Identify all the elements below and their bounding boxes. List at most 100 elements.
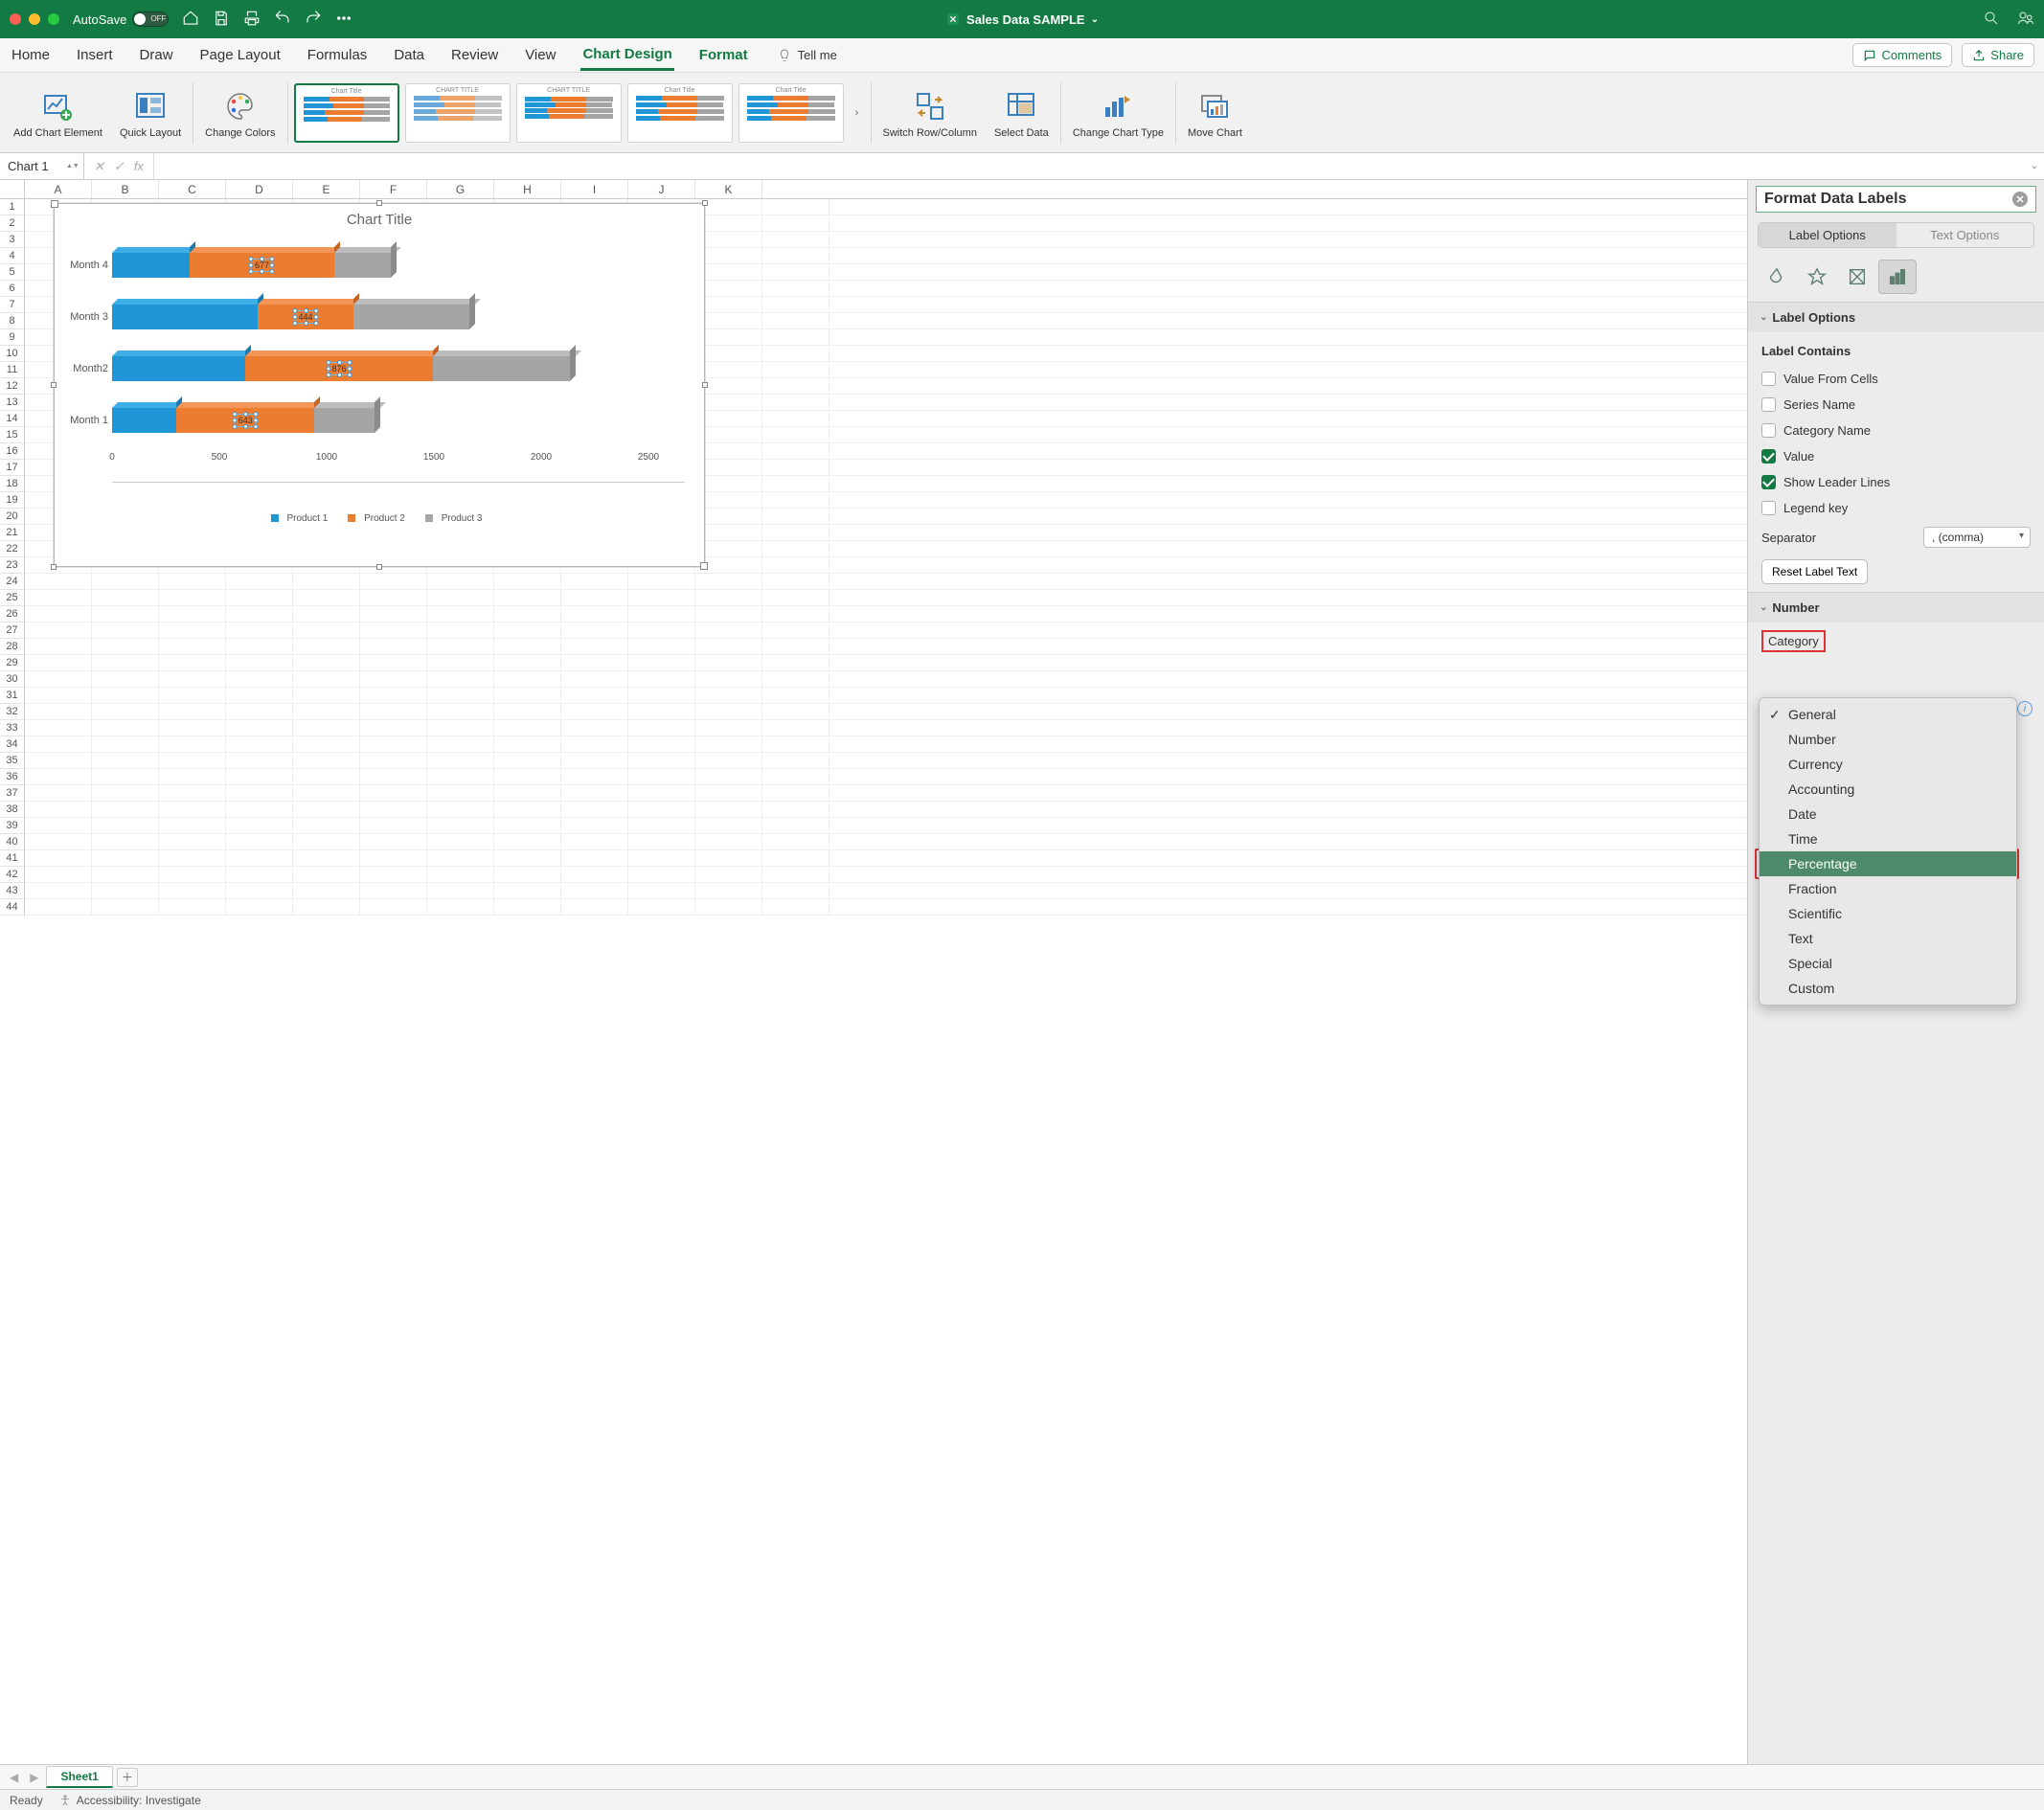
chk-leader-lines[interactable]: Show Leader Lines: [1761, 469, 2031, 495]
col-header[interactable]: H: [494, 180, 561, 198]
section-header-number[interactable]: ⌄Number: [1748, 593, 2044, 622]
fx-icon[interactable]: fx: [134, 159, 144, 173]
row-header[interactable]: 17: [0, 460, 24, 476]
tab-text-options[interactable]: Text Options: [1896, 223, 2034, 247]
print-icon[interactable]: [243, 10, 261, 30]
row-header[interactable]: 8: [0, 313, 24, 329]
row-header[interactable]: 14: [0, 411, 24, 427]
row-header[interactable]: 21: [0, 525, 24, 541]
row-header[interactable]: 19: [0, 492, 24, 509]
close-window-icon[interactable]: [10, 13, 21, 25]
row-header[interactable]: 44: [0, 899, 24, 916]
search-icon[interactable]: [1983, 10, 2000, 30]
category-menu-item[interactable]: Custom: [1760, 976, 2016, 1001]
col-header[interactable]: G: [427, 180, 494, 198]
row-header[interactable]: 35: [0, 753, 24, 769]
chk-value-from-cells[interactable]: Value From Cells: [1761, 366, 2031, 392]
select-data-button[interactable]: Select Data: [988, 77, 1055, 148]
col-header[interactable]: J: [628, 180, 695, 198]
row-header[interactable]: 39: [0, 818, 24, 834]
col-header[interactable]: I: [561, 180, 628, 198]
sheet-nav-prev-icon[interactable]: ◀: [6, 1771, 22, 1784]
home-icon[interactable]: [182, 10, 199, 30]
share-button[interactable]: Share: [1962, 43, 2034, 67]
size-properties-icon[interactable]: [1838, 260, 1876, 294]
category-dropdown-menu[interactable]: GeneralNumberCurrencyAccountingDateTimeP…: [1759, 697, 2017, 1006]
minimize-window-icon[interactable]: [29, 13, 40, 25]
chart-style-4[interactable]: Chart Title: [627, 83, 733, 143]
column-headers[interactable]: A B C D E F G H I J K: [0, 180, 1747, 199]
chart-object[interactable]: Chart Title Month 4677Month 3444Month287…: [54, 203, 705, 567]
category-menu-item[interactable]: Time: [1760, 826, 2016, 851]
chart-styles-gallery[interactable]: Chart Title CHART TITLE CHART TITLE Char…: [294, 83, 865, 143]
row-header[interactable]: 3: [0, 232, 24, 248]
row-header[interactable]: 32: [0, 704, 24, 720]
row-header[interactable]: 23: [0, 557, 24, 574]
row-header[interactable]: 13: [0, 395, 24, 411]
row-header[interactable]: 6: [0, 281, 24, 297]
accessibility-status[interactable]: Accessibility: Investigate: [58, 1794, 201, 1807]
row-header[interactable]: 30: [0, 671, 24, 688]
row-header[interactable]: 26: [0, 606, 24, 622]
reset-label-text-button[interactable]: Reset Label Text: [1761, 559, 1868, 584]
tab-review[interactable]: Review: [449, 41, 500, 69]
tab-formulas[interactable]: Formulas: [306, 41, 370, 69]
row-header[interactable]: 31: [0, 688, 24, 704]
change-chart-type-button[interactable]: Change Chart Type: [1067, 77, 1170, 148]
style-gallery-next-icon[interactable]: ›: [850, 83, 865, 143]
category-menu-item[interactable]: Currency: [1760, 752, 2016, 777]
category-menu-item[interactable]: Percentage: [1760, 851, 2016, 876]
add-chart-element-button[interactable]: Add Chart Element: [8, 77, 108, 148]
fill-line-icon[interactable]: [1758, 260, 1796, 294]
row-header[interactable]: 38: [0, 802, 24, 818]
cancel-formula-icon[interactable]: ✕: [94, 159, 104, 174]
category-menu-item[interactable]: General: [1760, 702, 2016, 727]
category-menu-item[interactable]: Scientific: [1760, 901, 2016, 926]
undo-icon[interactable]: [274, 10, 291, 30]
row-header[interactable]: 9: [0, 329, 24, 346]
pane-tab-switch[interactable]: Label Options Text Options: [1758, 222, 2034, 248]
row-header[interactable]: 15: [0, 427, 24, 443]
worksheet-grid[interactable]: A B C D E F G H I J K 123456789101112131…: [0, 180, 1747, 1764]
chk-legend-key[interactable]: Legend key: [1761, 495, 2031, 521]
switch-row-column-button[interactable]: Switch Row/Column: [877, 77, 983, 148]
chart-style-3[interactable]: CHART TITLE: [516, 83, 622, 143]
col-header[interactable]: E: [293, 180, 360, 198]
row-header[interactable]: 1: [0, 199, 24, 215]
row-headers[interactable]: 1234567891011121314151617181920212223242…: [0, 199, 25, 916]
chart-style-5[interactable]: Chart Title: [738, 83, 844, 143]
coauthor-icon[interactable]: [2017, 10, 2034, 30]
sheet-tab[interactable]: Sheet1: [46, 1766, 112, 1788]
chart-plot-area[interactable]: Month 4677Month 3444Month2876Month 16430…: [112, 239, 685, 508]
chart-legend[interactable]: Product 1 Product 2 Product 3: [55, 513, 704, 524]
row-header[interactable]: 5: [0, 264, 24, 281]
category-menu-item[interactable]: Special: [1760, 951, 2016, 976]
row-header[interactable]: 12: [0, 378, 24, 395]
col-header[interactable]: F: [360, 180, 427, 198]
row-header[interactable]: 33: [0, 720, 24, 736]
row-header[interactable]: 4: [0, 248, 24, 264]
tab-draw[interactable]: Draw: [138, 41, 175, 69]
chk-value[interactable]: Value: [1761, 443, 2031, 469]
category-menu-item[interactable]: Text: [1760, 926, 2016, 951]
tab-view[interactable]: View: [523, 41, 557, 69]
effects-icon[interactable]: [1798, 260, 1836, 294]
row-header[interactable]: 27: [0, 622, 24, 639]
quick-layout-button[interactable]: Quick Layout: [114, 77, 187, 148]
tab-chart-design[interactable]: Chart Design: [580, 40, 673, 71]
ellipsis-icon[interactable]: [335, 10, 352, 30]
row-header[interactable]: 18: [0, 476, 24, 492]
collapse-formula-bar-icon[interactable]: ⌄: [2031, 161, 2038, 171]
comments-button[interactable]: Comments: [1852, 43, 1952, 67]
col-header[interactable]: C: [159, 180, 226, 198]
data-label[interactable]: 876: [328, 362, 350, 375]
chart-title[interactable]: Chart Title: [55, 212, 704, 228]
chk-series-name[interactable]: Series Name: [1761, 392, 2031, 418]
row-header[interactable]: 43: [0, 883, 24, 899]
redo-icon[interactable]: [305, 10, 322, 30]
accept-formula-icon[interactable]: ✓: [114, 159, 125, 174]
col-header[interactable]: D: [226, 180, 293, 198]
data-label[interactable]: 643: [235, 414, 257, 427]
row-header[interactable]: 40: [0, 834, 24, 850]
col-header[interactable]: K: [695, 180, 762, 198]
